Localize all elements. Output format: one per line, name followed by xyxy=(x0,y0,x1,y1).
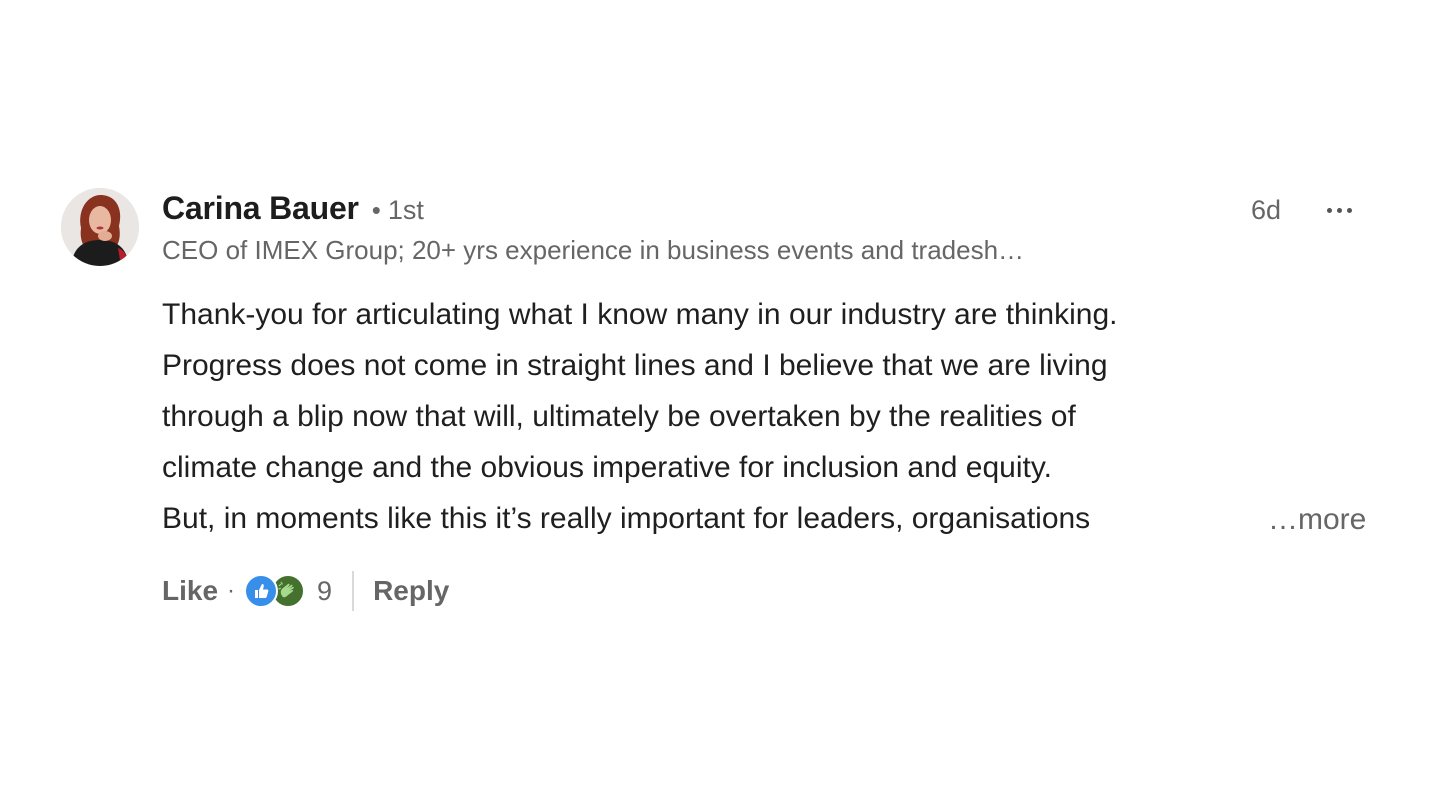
comment-card: Carina Bauer • 1st CEO of IMEX Group; 20… xyxy=(0,0,1440,810)
reaction-count: 9 xyxy=(317,575,333,606)
comment-actions: Like · 9 Reply xyxy=(162,568,449,614)
see-more-button[interactable]: …more xyxy=(1268,496,1366,544)
author-name[interactable]: Carina Bauer xyxy=(162,190,359,227)
reactions-summary[interactable]: 9 xyxy=(244,574,332,608)
avatar-photo xyxy=(61,188,139,266)
author-name-row: Carina Bauer • 1st xyxy=(162,190,424,230)
more-horizontal-icon xyxy=(1326,207,1332,213)
comment-timestamp: 6d xyxy=(1251,195,1282,225)
thumbs-up-icon xyxy=(244,574,279,608)
author-headline: CEO of IMEX Group; 20+ yrs experience in… xyxy=(162,235,1025,265)
comment-body-line: But, in moments like this it’s really im… xyxy=(162,502,1091,535)
reply-button[interactable]: Reply xyxy=(373,575,449,607)
more-horizontal-icon-dot xyxy=(1346,207,1352,213)
more-horizontal-icon-dot xyxy=(1336,207,1342,213)
comment-body-line: Thank-you for articulating what I know m… xyxy=(162,298,1118,331)
more-options-button[interactable] xyxy=(1316,196,1362,224)
comment-body-line: climate change and the obvious imperativ… xyxy=(162,451,1052,484)
actions-divider xyxy=(352,571,355,611)
comment-body-line: Progress does not come in straight lines… xyxy=(162,349,1108,382)
author-avatar[interactable] xyxy=(61,188,139,266)
comment-body-line: through a blip now that will, ultimately… xyxy=(162,400,1076,433)
name-separator: • xyxy=(371,195,381,225)
connection-degree: 1st xyxy=(387,195,424,225)
like-button[interactable]: Like xyxy=(162,575,218,607)
comment-body: Thank-you for articulating what I know m… xyxy=(162,291,1392,546)
action-separator: · xyxy=(227,577,236,604)
